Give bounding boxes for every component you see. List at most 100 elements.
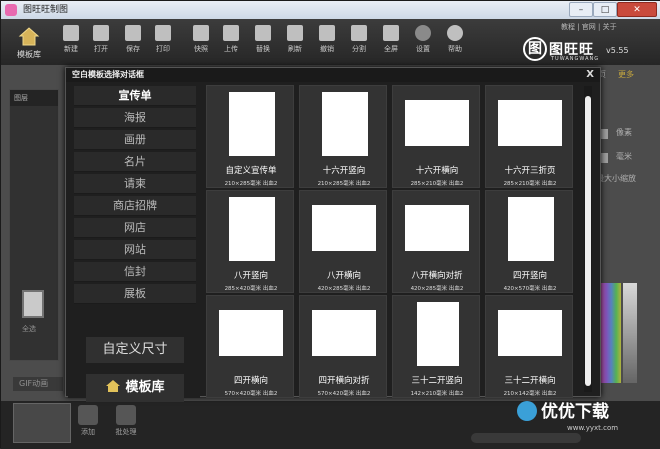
logo-mark: 图 (523, 37, 547, 61)
template-size: 210×285毫米 出血2 (224, 181, 278, 187)
template-name: 十六开横向 (415, 166, 459, 176)
window-title: 图旺旺制图 (23, 5, 69, 15)
print-label: 打印 (156, 45, 170, 53)
template-card[interactable]: 八开竖向 285×420毫米 出血2 (206, 190, 294, 293)
replace-button[interactable]: 替换 (251, 25, 275, 54)
template-name: 四开横向对折 (318, 376, 370, 386)
dialog-close-button[interactable]: X (586, 68, 594, 82)
refresh-label: 刷新 (288, 45, 302, 53)
version-label: v5.55 (606, 46, 629, 55)
template-name: 四开横向 (233, 376, 268, 386)
open-label: 打开 (94, 45, 108, 53)
new-file-icon (63, 25, 79, 41)
template-name: 三十二开竖向 (411, 376, 463, 386)
page-preview (498, 100, 562, 146)
page-preview (219, 310, 283, 356)
template-card[interactable]: 四开竖向 420×570毫米 出血2 (485, 190, 573, 293)
print-button[interactable]: 打印 (151, 25, 175, 54)
template-name: 八开横向 (326, 271, 361, 281)
category-item[interactable]: 画册 (74, 130, 196, 150)
open-button[interactable]: 打开 (89, 25, 113, 54)
template-library-home-button[interactable]: 模板库 (9, 23, 49, 63)
template-size: 570×420毫米 出血2 (317, 391, 371, 397)
open-folder-icon (93, 25, 109, 41)
template-name: 八开横向对折 (411, 271, 463, 281)
refresh-icon (287, 25, 303, 41)
page-preview (229, 92, 275, 156)
template-card[interactable]: 四开横向 570×420毫米 出血2 (206, 295, 294, 398)
template-library-button[interactable]: 模板库 (86, 374, 184, 402)
settings-button[interactable]: 设置 (411, 25, 435, 54)
template-scrollbar[interactable] (584, 86, 592, 392)
template-card[interactable]: 十六开三折页 285×210毫米 出血2 (485, 85, 573, 188)
print-icon (155, 25, 171, 41)
upload-button[interactable]: 上传 (219, 25, 243, 54)
app-window: 图旺旺制图 – □ ✕ 模板库 新建 打开 保存 打印 快照 上传 替换 刷新 撤销 分割 全屏 设置… (0, 0, 660, 449)
template-size: 285×420毫米 出血2 (224, 286, 278, 292)
snapshot-button[interactable]: 快照 (189, 25, 213, 54)
custom-size-button[interactable]: 自定义尺寸 (86, 337, 184, 363)
snapshot-label: 快照 (194, 45, 208, 53)
save-icon (125, 25, 141, 41)
house-icon (18, 27, 40, 46)
template-library-label: 模板库 (125, 380, 165, 395)
new-button[interactable]: 新建 (59, 25, 83, 54)
undo-button[interactable]: 撤销 (315, 25, 339, 54)
category-item[interactable]: 信封 (74, 262, 196, 282)
category-item[interactable]: 请柬 (74, 174, 196, 194)
template-size: 420×285毫米 出血2 (410, 286, 464, 292)
category-item[interactable]: 名片 (74, 152, 196, 172)
category-item[interactable]: 海报 (74, 108, 196, 128)
template-grid: 自定义宣传单 210×285毫米 出血2 十六开竖向 210×285毫米 出血2 十六开… (206, 82, 586, 398)
category-item[interactable]: 宣传单 (74, 86, 196, 106)
template-size: 142×210毫米 出血2 (410, 391, 464, 397)
close-window-button[interactable]: ✕ (617, 2, 657, 17)
page-preview (229, 197, 275, 261)
category-list: 宣传单 海报 画册 名片 请柬 商店招牌 网店 网站 信封 展板 自定义尺寸 模板库 (68, 82, 200, 402)
refresh-button[interactable]: 刷新 (283, 25, 307, 54)
blank-template-dialog: 空白模板选择对话框 X 宣传单 海报 画册 名片 请柬 商店招牌 网店 网站 信封 展板 自定义尺… (65, 67, 601, 402)
title-bar: 图旺旺制图 – □ ✕ (1, 1, 660, 19)
category-item[interactable]: 商店招牌 (74, 196, 196, 216)
minimize-button[interactable]: – (569, 2, 593, 17)
category-item[interactable]: 网站 (74, 240, 196, 260)
split-icon (351, 25, 367, 41)
category-item[interactable]: 网店 (74, 218, 196, 238)
fullscreen-button[interactable]: 全屏 (379, 25, 403, 54)
upload-label: 上传 (224, 45, 238, 53)
watermark-logo-icon (517, 401, 537, 421)
page-preview (498, 310, 562, 356)
fullscreen-label: 全屏 (384, 45, 398, 53)
template-name: 八开竖向 (233, 271, 268, 281)
undo-label: 撤销 (320, 45, 334, 53)
template-card[interactable]: 三十二开横向 210×142毫米 出血2 (485, 295, 573, 398)
template-card[interactable]: 十六开竖向 210×285毫米 出血2 (299, 85, 387, 188)
maximize-button[interactable]: □ (593, 2, 617, 17)
help-button[interactable]: 帮助 (443, 25, 467, 54)
template-size: 420×570毫米 出血2 (503, 286, 557, 292)
template-card[interactable]: 八开横向 420×285毫米 出血2 (299, 190, 387, 293)
template-size: 285×210毫米 出血2 (410, 181, 464, 187)
top-links[interactable]: 教程 | 官网 | 关于 (561, 22, 617, 32)
split-button[interactable]: 分割 (347, 25, 371, 54)
replace-icon (255, 25, 271, 41)
category-item[interactable]: 展板 (74, 284, 196, 304)
scrollbar-thumb[interactable] (585, 96, 591, 386)
home-label: 模板库 (17, 50, 41, 59)
help-icon (447, 25, 463, 41)
page-preview (312, 205, 376, 251)
template-card[interactable]: 四开横向对折 570×420毫米 出血2 (299, 295, 387, 398)
page-preview (312, 310, 376, 356)
save-button[interactable]: 保存 (121, 25, 145, 54)
template-card[interactable]: 自定义宣传单 210×285毫米 出血2 (206, 85, 294, 188)
template-card[interactable]: 十六开横向 285×210毫米 出血2 (392, 85, 480, 188)
template-card[interactable]: 八开横向对折 420×285毫米 出血2 (392, 190, 480, 293)
watermark: 优优下载 (517, 397, 657, 423)
page-preview (405, 100, 469, 146)
template-name: 十六开竖向 (322, 166, 366, 176)
template-size: 420×285毫米 出血2 (317, 286, 371, 292)
template-card[interactable]: 三十二开竖向 142×210毫米 出血2 (392, 295, 480, 398)
page-preview (508, 197, 554, 261)
watermark-url: www.yyxt.com (567, 424, 619, 432)
template-name: 四开竖向 (512, 271, 547, 281)
